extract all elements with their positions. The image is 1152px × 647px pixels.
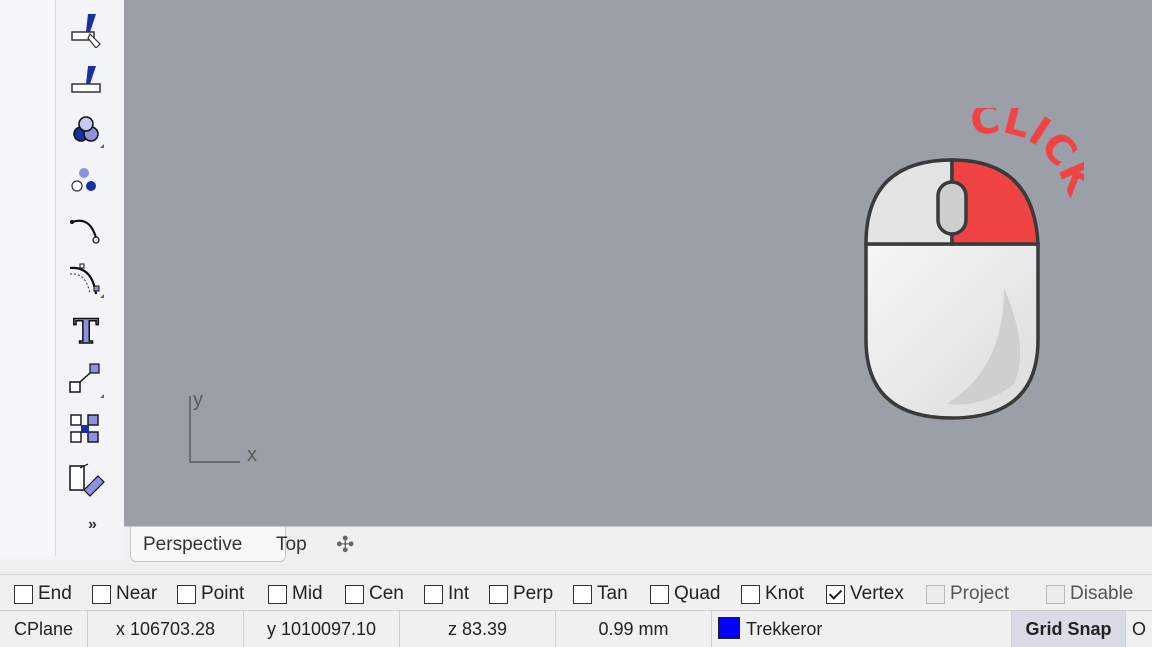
ortho-toggle-truncated[interactable]: O bbox=[1126, 611, 1152, 647]
osnap-point[interactable]: Point bbox=[177, 581, 244, 607]
axis-x-label: x bbox=[247, 444, 257, 466]
osnap-label: Quad bbox=[674, 583, 721, 604]
coord-z: z 83.39 bbox=[400, 611, 556, 647]
osnap-end[interactable]: End bbox=[14, 581, 72, 607]
mouse-click-overlay: CLICK bbox=[864, 108, 1084, 420]
osnap-quad[interactable]: Quad bbox=[650, 581, 720, 607]
osnap-knot[interactable]: Knot bbox=[741, 581, 804, 607]
osnap-checkbox[interactable] bbox=[177, 584, 196, 604]
distance-readout: 0.99 mm bbox=[556, 611, 712, 647]
osnap-label: Vertex bbox=[850, 583, 904, 604]
axis-y-label: y bbox=[193, 389, 203, 411]
osnap-label: Cen bbox=[369, 583, 404, 604]
osnap-checkbox bbox=[926, 584, 945, 604]
perspective-viewport[interactable]: y x CLICK bbox=[124, 0, 1152, 526]
osnap-vertex[interactable]: Vertex bbox=[826, 581, 904, 607]
grid-snap-toggle[interactable]: Grid Snap bbox=[1012, 611, 1126, 647]
world-axes-icon: y x bbox=[189, 389, 257, 466]
tab-top[interactable]: Top bbox=[272, 527, 322, 561]
layer-color-swatch bbox=[718, 617, 740, 639]
osnap-checkbox[interactable] bbox=[345, 584, 364, 604]
osnap-label: Point bbox=[201, 583, 245, 604]
osnap-label: Knot bbox=[765, 583, 805, 604]
add-viewport-tab-icon[interactable]: ✣ bbox=[336, 527, 354, 561]
osnap-label: Tan bbox=[597, 583, 628, 604]
osnap-label: Perp bbox=[513, 583, 554, 604]
current-layer[interactable]: Trekkeror bbox=[712, 611, 1012, 647]
tab-perspective[interactable]: Perspective bbox=[130, 527, 286, 562]
left-panel: T » bbox=[0, 0, 124, 560]
osnap-checkbox[interactable] bbox=[268, 584, 287, 604]
trim-icon[interactable] bbox=[66, 60, 106, 100]
osnap-checkbox[interactable] bbox=[573, 584, 592, 604]
status-bar: CPlane x 106703.28 y 1010097.10 z 83.39 … bbox=[0, 610, 1152, 647]
viewport-tabs: Perspective Top ✣ bbox=[124, 526, 1152, 565]
osnap-checkbox[interactable] bbox=[14, 584, 33, 604]
point-cloud-icon[interactable] bbox=[66, 160, 106, 200]
scale-icon[interactable] bbox=[66, 360, 106, 400]
osnap-cen[interactable]: Cen bbox=[345, 581, 404, 607]
osnap-near[interactable]: Near bbox=[92, 581, 157, 607]
svg-text:T: T bbox=[73, 312, 98, 350]
curve-edit-icon[interactable] bbox=[66, 210, 106, 250]
osnap-checkbox[interactable] bbox=[92, 584, 111, 604]
osnap-project: Project bbox=[926, 581, 1009, 607]
osnap-label: End bbox=[38, 583, 72, 604]
osnap-tan[interactable]: Tan bbox=[573, 581, 628, 607]
cplane-label[interactable]: CPlane bbox=[0, 611, 88, 647]
fillet-edge-icon[interactable] bbox=[66, 260, 106, 300]
render-mesh-icon[interactable] bbox=[66, 460, 106, 500]
sidebar-strip bbox=[0, 0, 56, 556]
osnap-perp[interactable]: Perp bbox=[489, 581, 553, 607]
boolean-union-icon[interactable] bbox=[66, 110, 106, 150]
layer-name: Trekkeror bbox=[746, 619, 823, 639]
osnap-checkbox[interactable] bbox=[489, 584, 508, 604]
osnap-int[interactable]: Int bbox=[424, 581, 469, 607]
osnap-checkbox bbox=[1046, 584, 1065, 604]
group-icon[interactable] bbox=[66, 410, 106, 450]
osnap-bar: End Near Point Mid Cen Int Perp Tan Quad Knot Vert… bbox=[0, 574, 1152, 611]
osnap-label: Near bbox=[116, 583, 158, 604]
osnap-label: Int bbox=[448, 583, 470, 604]
osnap-checkbox[interactable] bbox=[741, 584, 760, 604]
coord-x: x 106703.28 bbox=[88, 611, 244, 647]
osnap-checkbox[interactable] bbox=[650, 584, 669, 604]
osnap-label: Project bbox=[950, 583, 1010, 604]
osnap-checkbox[interactable] bbox=[826, 584, 845, 604]
osnap-label: Mid bbox=[292, 583, 323, 604]
osnap-disable: Disable bbox=[1046, 581, 1133, 607]
vertical-toolbar: T » bbox=[60, 0, 116, 560]
coord-y: y 1010097.10 bbox=[244, 611, 400, 647]
split-icon[interactable] bbox=[66, 8, 106, 48]
osnap-label: Disable bbox=[1070, 583, 1134, 604]
mouse-wheel bbox=[936, 180, 968, 236]
toolbar-more-button[interactable]: » bbox=[88, 516, 97, 534]
text-object-icon[interactable]: T bbox=[66, 310, 106, 350]
osnap-mid[interactable]: Mid bbox=[268, 581, 323, 607]
osnap-checkbox[interactable] bbox=[424, 584, 443, 604]
